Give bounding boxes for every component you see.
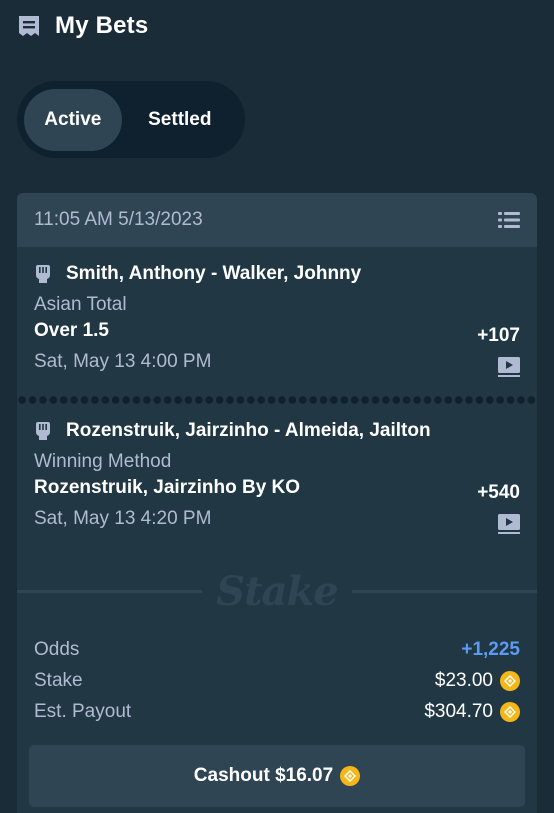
leg-odds: +540 (477, 481, 520, 503)
live-stream-icon[interactable] (498, 356, 520, 377)
stake-value: $23.00 (434, 669, 493, 691)
leg-odds: +107 (477, 324, 520, 346)
summary-odds-row: Odds +1,225 (34, 634, 520, 665)
cashout-button[interactable]: Cashout $16.07 (29, 745, 525, 807)
tab-active[interactable]: Active (24, 88, 122, 151)
bet-summary: Odds +1,225 Stake $23.00 Est. Payout $30… (17, 634, 537, 727)
bet-card-header: 11:05 AM 5/13/2023 (17, 193, 537, 247)
receipt-icon (17, 14, 41, 38)
payout-value: $304.70 (424, 700, 493, 722)
bnb-coin-icon (340, 766, 361, 786)
live-stream-icon[interactable] (498, 513, 520, 534)
list-icon[interactable] (498, 211, 520, 229)
bet-leg[interactable]: Rozenstruik, Jairzinho - Almeida, Jailto… (17, 416, 537, 539)
cashout-label: Cashout $16.07 (193, 765, 334, 786)
brand-watermark: Stake (17, 563, 537, 619)
leg-match: Rozenstruik, Jairzinho - Almeida, Jailto… (34, 416, 520, 446)
mma-glove-icon (34, 421, 52, 441)
leg-divider (17, 396, 537, 404)
leg-start-time: Sat, May 13 4:00 PM (34, 351, 212, 372)
page-title: My Bets (55, 12, 149, 39)
stake-logo: Stake (216, 567, 338, 615)
tab-settled[interactable]: Settled (122, 89, 238, 151)
leg-match-name: Rozenstruik, Jairzinho - Almeida, Jailto… (66, 420, 431, 441)
payout-label: Est. Payout (34, 700, 132, 722)
total-odds-value: +1,225 (461, 638, 520, 660)
leg-match: Smith, Anthony - Walker, Johnny (34, 259, 520, 289)
summary-stake-row: Stake $23.00 (34, 665, 520, 696)
divider-line (17, 589, 202, 593)
bet-leg[interactable]: Smith, Anthony - Walker, Johnny Asian To… (17, 259, 537, 382)
divider-line (352, 589, 537, 593)
payout-amount: $304.70 (424, 701, 520, 723)
page-header: My Bets (0, 0, 554, 52)
bet-placed-time: 11:05 AM 5/13/2023 (34, 209, 203, 230)
bnb-coin-icon (500, 670, 520, 691)
bets-tab-switcher: Active Settled (17, 81, 245, 158)
stake-label: Stake (34, 669, 83, 691)
leg-selection: Rozenstruik, Jairzinho By KO (34, 477, 301, 498)
summary-payout-row: Est. Payout $304.70 (34, 696, 520, 727)
bet-card[interactable]: 11:05 AM 5/13/2023 Smith, Anthony - Walk… (17, 193, 537, 813)
stake-amount: $23.00 (435, 670, 520, 692)
leg-market: Asian Total (34, 293, 127, 315)
leg-selection: Over 1.5 (34, 320, 109, 341)
odds-label: Odds (34, 638, 80, 660)
mma-glove-icon (34, 264, 52, 284)
leg-start-time: Sat, May 13 4:20 PM (34, 508, 212, 529)
leg-match-name: Smith, Anthony - Walker, Johnny (66, 263, 362, 284)
leg-market: Winning Method (34, 450, 172, 472)
bnb-coin-icon (500, 701, 520, 722)
